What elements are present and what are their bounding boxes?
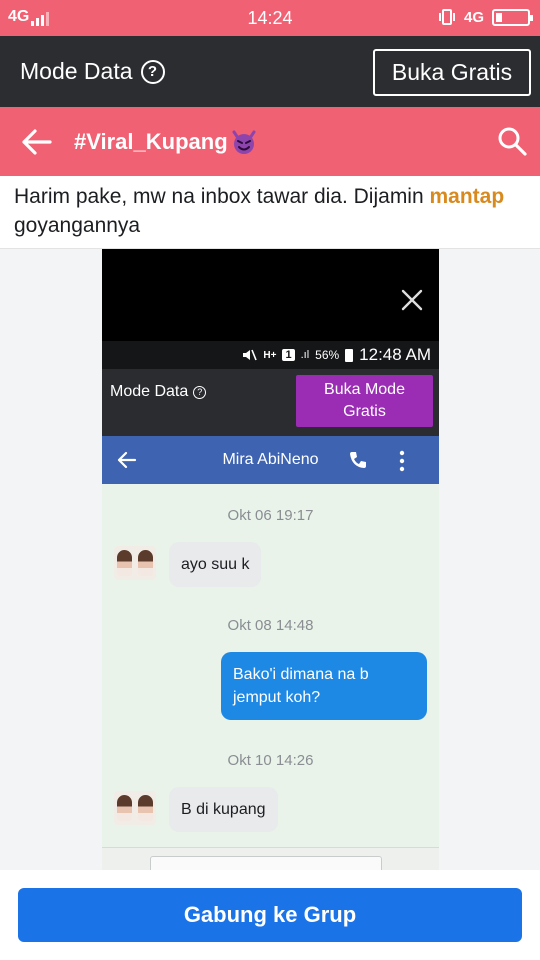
bottom-bar: Gabung ke Grup [0, 870, 540, 960]
close-icon [401, 289, 423, 311]
mode-data-text: Mode Data [20, 58, 133, 84]
screenshot-input-area [102, 847, 439, 870]
chat-screenshot: H+ 1 .ıl 56% 12:48 AM Mode Data ? Buka M… [102, 249, 439, 870]
more-options-icon [399, 450, 405, 472]
post-image[interactable]: H+ 1 .ıl 56% 12:48 AM Mode Data ? Buka M… [0, 248, 540, 870]
data-icon: H+ [263, 349, 277, 361]
message-timestamp: Okt 08 14:48 [227, 617, 314, 634]
mode-data-bar: Mode Data ? Buka Gratis [0, 36, 540, 107]
screenshot-signal-icon: .ıl [300, 349, 310, 361]
contact-avatar [114, 791, 156, 825]
outgoing-message-line2: jemput koh? [233, 689, 321, 706]
outgoing-message-line1: Bako'i dimana na b [233, 666, 369, 683]
contact-name: Mira AbiNeno [222, 451, 319, 468]
screenshot-free-button: Buka Mode Gratis [296, 375, 433, 427]
post-text-part2: goyangannya [14, 214, 141, 237]
sim-badge: 1 [282, 349, 295, 361]
join-group-button[interactable]: Gabung ke Grup [18, 888, 522, 942]
screenshot-status-bar: H+ 1 .ıl 56% 12:48 AM [102, 341, 439, 369]
screenshot-free-line1: Buka Mode [324, 381, 405, 398]
screenshot-free-line2: Gratis [343, 403, 386, 420]
back-arrow-icon[interactable] [20, 125, 54, 159]
post-text-part1: Harim pake, mw na inbox tawar dia. Dijam… [14, 185, 430, 208]
screenshot-battery-icon [345, 348, 354, 362]
status-right: 4G [438, 8, 533, 26]
battery-icon [492, 8, 533, 26]
screenshot-time: 12:48 AM [359, 345, 431, 364]
outgoing-message: Bako'i dimana na b jemput koh? [221, 652, 427, 720]
screenshot-black-top [102, 249, 439, 341]
network-type-right: 4G [463, 8, 484, 26]
free-mode-button[interactable]: Buka Gratis [373, 49, 531, 96]
screenshot-message-box [150, 856, 382, 870]
help-icon[interactable]: ? [140, 59, 165, 84]
search-icon[interactable] [496, 125, 528, 157]
screenshot-mode-label: Mode Data ? [110, 383, 207, 401]
screenshot-mode-bar: Mode Data ? Buka Mode Gratis [102, 369, 439, 436]
message-timestamp: Okt 10 14:26 [227, 752, 314, 769]
incoming-message: ayo suu k [169, 542, 262, 587]
group-title-text: #Viral_Kupang [74, 129, 228, 154]
status-bar: 4G 14:24 4G [0, 0, 540, 36]
battery-percent: 56% [315, 348, 340, 362]
post-text: Harim pake, mw na inbox tawar dia. Dijam… [14, 182, 529, 240]
contact-avatar [114, 546, 156, 580]
incoming-message: B di kupang [169, 787, 278, 832]
devil-emoji-icon [232, 130, 256, 154]
group-title: #Viral_Kupang [74, 129, 258, 155]
mute-icon [243, 349, 258, 361]
vibrate-icon [438, 9, 455, 25]
message-timestamp: Okt 06 19:17 [227, 507, 314, 524]
group-header: #Viral_Kupang [0, 107, 540, 176]
phone-icon [350, 452, 366, 468]
screenshot-help-icon: ? [193, 385, 207, 399]
screenshot-chat-header: Mira AbiNeno [102, 436, 439, 484]
post-text-highlight: mantap [429, 185, 505, 208]
mode-data-label[interactable]: Mode Data ? [20, 58, 165, 85]
screenshot-mode-text: Mode Data [110, 383, 189, 400]
